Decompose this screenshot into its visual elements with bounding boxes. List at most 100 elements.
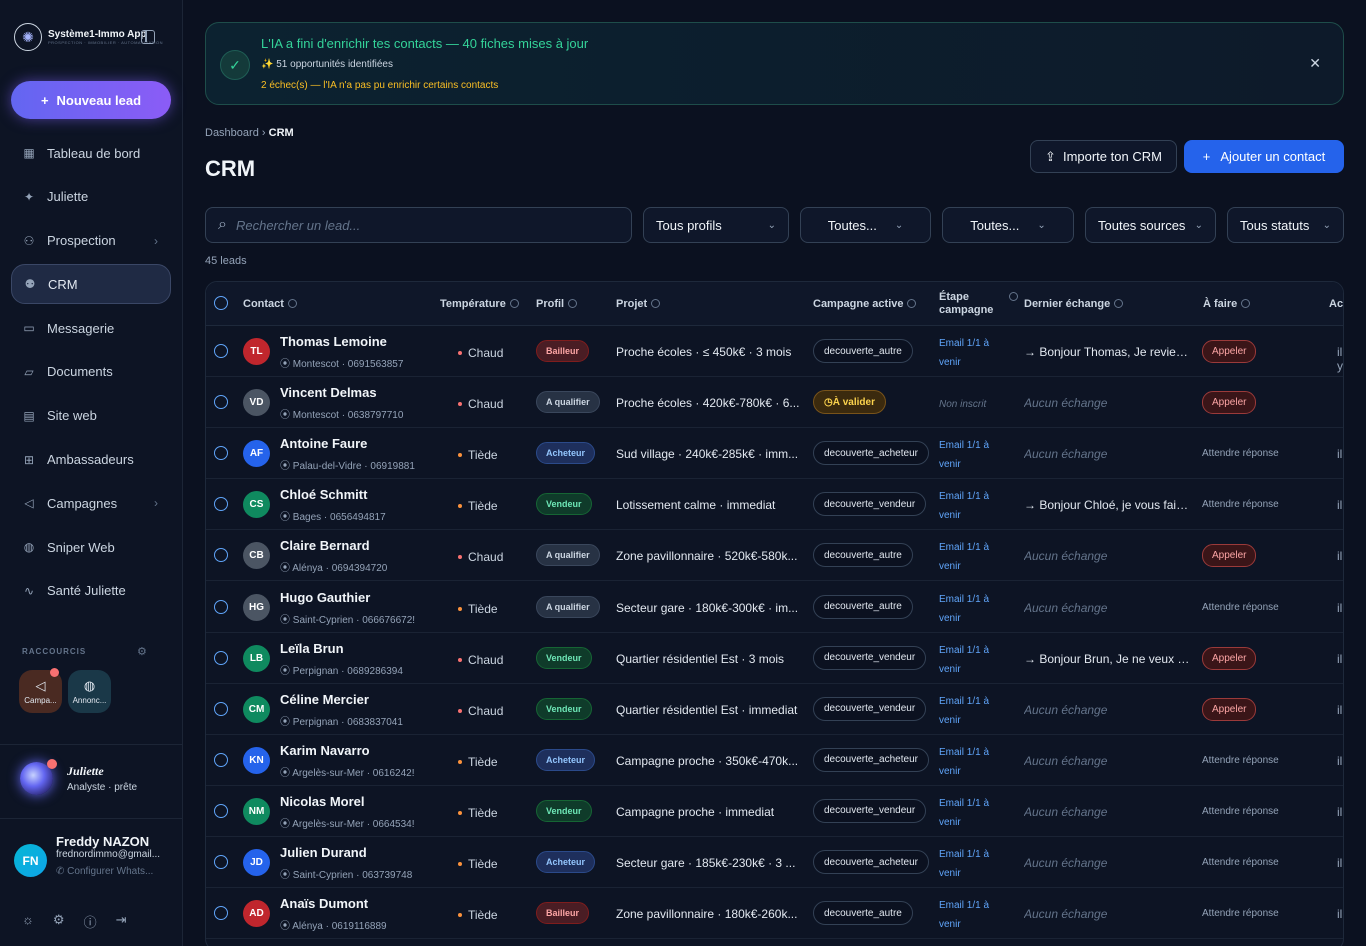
campaign-step[interactable]: Email 1/1 à venir [939,334,1009,372]
header-temperature[interactable]: Température [440,298,519,311]
user-profile[interactable]: FN Freddy NAZON frednordimmo@gmail... ✆ … [14,834,160,877]
row-action[interactable]: il [1337,549,1342,563]
campaign-badge[interactable]: decouverte_acheteur [813,850,929,874]
contact-name[interactable]: Thomas Lemoine [280,334,387,349]
row-action[interactable]: il [1337,498,1342,512]
sidebar-item-messagerie[interactable]: ▭ Messagerie [11,308,171,348]
header-campagne[interactable]: Campagne active [813,298,917,311]
assistant-status[interactable]: Juliette Analyste · prête [20,759,137,795]
table-row[interactable]: KN Karim Navarro ⦿ Argelès-sur-Mer · 06162… [206,735,1343,786]
campaign-step[interactable]: Email 1/1 à venir [939,436,1009,474]
contact-name[interactable]: Vincent Delmas [280,385,377,400]
contact-name[interactable]: Hugo Gauthier [280,590,370,605]
row-action[interactable]: il [1337,754,1342,768]
row-action[interactable]: il y [1337,345,1343,373]
table-row[interactable]: CM Céline Mercier ⦿ Perpignan · 0683837041… [206,684,1343,735]
last-exchange[interactable]: → Bonjour Brun, Je ne veux p... [1024,652,1192,666]
header-a-faire[interactable]: À faire [1203,298,1251,311]
contact-name[interactable]: Anaïs Dumont [280,896,368,911]
sun-icon[interactable]: ☼ [22,912,34,931]
row-checkbox[interactable] [214,752,228,767]
header-contact[interactable]: Contact [243,298,297,311]
campaign-badge[interactable]: decouverte_vendeur [813,645,927,670]
shortcut-annonces[interactable]: ◍ Annonc... [68,670,111,713]
campaign-badge[interactable]: decouverte_autre [813,901,913,926]
campaign-badge[interactable]: decouverte_autre [813,543,913,568]
row-checkbox[interactable] [214,548,228,563]
table-row[interactable]: VD Vincent Delmas ⦿ Montescot · 0638797710… [206,377,1343,429]
table-row[interactable]: HG Hugo Gauthier ⦿ Saint-Cyprien · 0666766… [206,582,1343,633]
header-profil[interactable]: Profil [536,298,578,311]
call-button[interactable]: Appeler [1202,544,1257,568]
row-checkbox[interactable] [214,497,228,512]
sidebar-item-documents[interactable]: ▱ Documents [11,352,171,392]
row-checkbox[interactable] [214,599,228,614]
row-action[interactable]: il [1337,856,1342,870]
row-checkbox[interactable] [214,395,228,410]
campaign-badge[interactable]: decouverte_acheteur [813,747,929,772]
call-button[interactable]: Appeler [1202,340,1257,363]
filter-statuts[interactable]: Tous statuts ⌄ [1227,207,1344,243]
gear-icon[interactable]: ⚙ [53,912,65,931]
campaign-badge[interactable]: decouverte_acheteur [813,441,929,466]
contact-name[interactable]: Chloé Schmitt [280,487,367,502]
sidebar-item-ambassadeurs[interactable]: ⊞ Ambassadeurs [11,440,171,480]
contact-name[interactable]: Antoine Faure [280,436,367,451]
header-dernier-echange[interactable]: Dernier échange [1024,298,1124,311]
campaign-step[interactable]: Email 1/1 à venir [939,590,1009,628]
campaign-badge[interactable]: decouverte_autre [813,339,913,363]
row-checkbox[interactable] [214,906,228,921]
row-action[interactable]: il [1337,907,1342,921]
sidebar-item-juliette[interactable]: ✦ Juliette [11,177,171,217]
campaign-step[interactable]: Email 1/1 à venir [939,487,1009,525]
info-icon[interactable]: ⓘ [84,912,97,931]
campaign-badge[interactable]: decouverte_vendeur [813,492,927,517]
call-button[interactable]: Appeler [1202,646,1257,670]
campaign-step[interactable]: Email 1/1 à venir [939,641,1009,679]
sidebar-item-dashboard[interactable]: ▦ Tableau de bord [11,133,171,173]
contact-name[interactable]: Karim Navarro [280,743,370,758]
sidebar-item-prospection[interactable]: ⚇ Prospection › [11,221,171,261]
header-etape[interactable]: Étape campagne [939,291,1018,317]
row-checkbox[interactable] [214,855,228,869]
row-action[interactable]: il [1337,601,1342,615]
last-exchange[interactable]: → Bonjour Chloé, je vous fais ... [1024,498,1192,512]
sliders-icon[interactable]: ⚙ [137,645,147,658]
table-row[interactable]: CB Claire Bernard ⦿ Alénya · 0694394720 Cha… [206,530,1343,582]
sidebar-item-campagnes[interactable]: ◁ Campagnes › [11,483,171,523]
call-button[interactable]: Appeler [1202,697,1257,721]
shortcut-campagnes[interactable]: ◁ Campa... [19,668,62,713]
table-row[interactable]: NM Nicolas Morel ⦿ Argelès-sur-Mer · 06645… [206,786,1343,837]
close-icon[interactable]: ✕ [1309,55,1321,72]
filter-sources[interactable]: Toutes sources ⌄ [1085,207,1216,243]
campaign-badge[interactable]: decouverte_vendeur [813,798,927,823]
row-action[interactable]: il [1337,652,1342,666]
add-contact-button[interactable]: + Ajouter un contact [1184,140,1344,173]
contact-name[interactable]: Claire Bernard [280,538,370,553]
logout-icon[interactable]: ⇥ [116,912,127,931]
last-exchange[interactable]: → Bonjour Thomas, Je revien... [1024,345,1192,359]
table-row[interactable]: TL Thomas Lemoine ⦿ Montescot · 0691563857… [206,326,1343,377]
table-row[interactable]: AF Antoine Faure ⦿ Palau-del-Vidre · 06919… [206,428,1343,480]
contact-name[interactable]: Julien Durand [280,845,367,860]
campaign-step[interactable]: Email 1/1 à venir [939,692,1009,730]
breadcrumb-dashboard[interactable]: Dashboard [205,127,259,139]
row-checkbox[interactable] [214,803,228,818]
row-action[interactable]: il [1337,703,1342,717]
contact-name[interactable]: Nicolas Morel [280,794,365,809]
table-row[interactable]: AD Anaïs Dumont ⦿ Alénya · 0619116889 Tiède… [206,888,1343,940]
campaign-badge[interactable]: ◷ À valider [813,390,886,415]
sidebar-item-site-web[interactable]: ▤ Site web [11,396,171,436]
table-row[interactable]: JD Julien Durand ⦿ Saint-Cyprien · 0637397… [206,837,1343,888]
sidebar-item-sniper-web[interactable]: ◍ Sniper Web [11,527,171,567]
campaign-step[interactable]: Email 1/1 à venir [939,845,1009,883]
table-row[interactable]: LB Leïla Brun ⦿ Perpignan · 0689286394 Chau… [206,633,1343,684]
call-button[interactable]: Appeler [1202,391,1257,415]
campaign-badge[interactable]: decouverte_vendeur [813,696,927,721]
header-actions[interactable]: Ac [1329,298,1343,311]
configure-whatsapp-link[interactable]: ✆ Configurer Whats... [56,866,160,877]
header-projet[interactable]: Projet [616,298,661,311]
filter-3[interactable]: Toutes... ⌄ [942,207,1074,243]
sidebar-item-sante-juliette[interactable]: ∿ Santé Juliette [11,571,171,611]
contact-name[interactable]: Leïla Brun [280,641,344,656]
